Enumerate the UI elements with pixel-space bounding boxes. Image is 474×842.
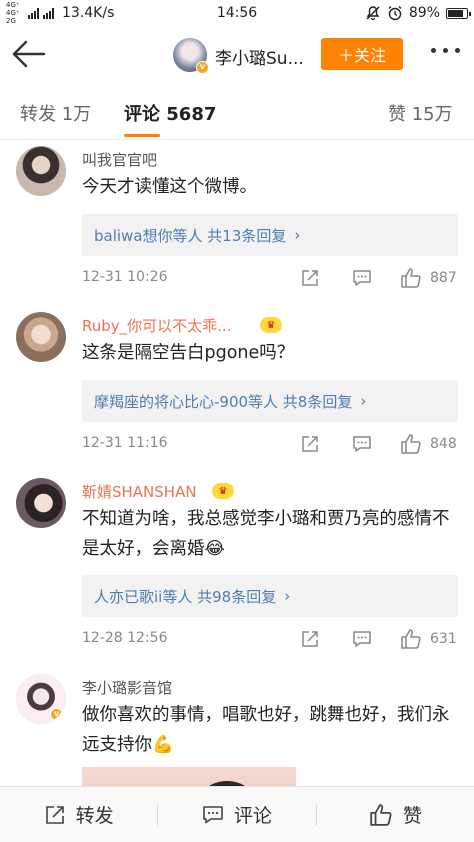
comment-meta: 12-31 11:16 848 xyxy=(82,432,462,456)
reply-comment-button[interactable] xyxy=(352,266,372,290)
repost-icon xyxy=(302,436,318,452)
like-button[interactable]: 赞 xyxy=(317,787,474,842)
thumbs-up-icon xyxy=(401,629,421,649)
weibo-comments-page: 4G⁺ 4G⁺ 2G 13.4K/s 14:56 89% v 李小璐Su... … xyxy=(0,0,474,842)
vip-crown-icon: ♛ xyxy=(212,483,234,499)
comment-text: 这条是隔空告白pgone吗？ xyxy=(82,343,295,363)
battery-icon xyxy=(446,7,471,19)
comment-label: 评论 xyxy=(233,805,272,827)
back-arrow-icon[interactable] xyxy=(10,38,46,70)
reply-summary[interactable]: 人亦已歌ii等人 共98条回复 › xyxy=(82,575,458,617)
commenter-name[interactable]: Ruby_你可以不太乖... xyxy=(82,315,231,336)
nav-bar: v 李小璐Su... ＋关注 xyxy=(0,26,474,82)
comment-icon xyxy=(353,631,371,647)
thumbs-up-icon xyxy=(401,434,421,454)
like-label: 赞 xyxy=(402,805,422,827)
like-count: 631 xyxy=(430,631,457,647)
comment-time: 12-31 11:16 xyxy=(82,435,168,451)
comment-icon xyxy=(353,270,371,286)
repost-icon xyxy=(45,805,64,824)
comment-icon xyxy=(353,436,371,452)
repost-comment-button[interactable] xyxy=(300,266,320,290)
verified-badge-icon: v xyxy=(50,708,63,721)
chevron-right-icon: › xyxy=(284,587,291,605)
author-avatar[interactable]: v xyxy=(173,38,209,74)
commenter-avatar[interactable] xyxy=(16,312,66,362)
like-count: 887 xyxy=(430,270,457,286)
reply-summary-text: 人亦已歌ii等人 共98条回复 xyxy=(94,587,277,606)
repost-label: 转发 xyxy=(75,805,114,827)
reply-summary[interactable]: baliwa想你等人 共13条回复 › xyxy=(82,214,458,256)
vip-crown-icon: ♛ xyxy=(260,317,282,333)
reply-comment-button[interactable] xyxy=(352,627,372,651)
reply-summary-text: baliwa想你等人 共13条回复 xyxy=(94,226,287,245)
comment-time: 12-31 10:26 xyxy=(82,269,168,285)
like-comment-button[interactable]: 848 xyxy=(400,432,457,456)
repost-icon xyxy=(302,270,318,286)
comment-button[interactable]: 评论 xyxy=(158,787,315,842)
follow-button[interactable]: ＋关注 xyxy=(321,38,403,70)
commenter-avatar[interactable]: v xyxy=(16,674,66,724)
commenter-avatar[interactable] xyxy=(16,146,66,196)
thumbs-up-icon xyxy=(401,268,421,288)
bottom-action-bar: 转发 评论 赞 xyxy=(0,786,474,842)
comment-text: 不知道为啥，我总感觉李小璐和贾乃亮的感情不是太好，会离婚😂 xyxy=(82,509,450,559)
repost-comment-button[interactable] xyxy=(300,627,320,651)
chevron-right-icon: › xyxy=(360,392,367,410)
repost-comment-button[interactable] xyxy=(300,432,320,456)
chevron-right-icon: › xyxy=(294,226,301,244)
tab-comments[interactable]: 评论 5687 xyxy=(124,100,216,126)
alarm-icon xyxy=(388,6,402,21)
commenter-avatar[interactable] xyxy=(16,478,66,528)
reply-summary-text: 摩羯座的将心比心-900等人 共8条回复 xyxy=(94,392,353,411)
commenter-name[interactable]: 靳婧SHANSHAN xyxy=(82,481,197,502)
repost-icon xyxy=(302,631,318,647)
active-tab-indicator xyxy=(124,134,160,137)
like-comment-button[interactable]: 887 xyxy=(400,266,457,290)
verified-badge-icon: v xyxy=(196,61,209,74)
comment-meta: 12-31 10:26 887 xyxy=(82,266,462,290)
comment-time: 12-28 12:56 xyxy=(82,630,168,646)
tab-reposts[interactable]: 转发 1万 xyxy=(20,100,91,126)
like-comment-button[interactable]: 631 xyxy=(400,627,457,651)
comment-text: 今天才读懂这个微博。 xyxy=(82,177,257,197)
comment-meta: 12-28 12:56 631 xyxy=(82,627,462,651)
more-options-icon[interactable] xyxy=(431,48,460,53)
thumbs-up-icon xyxy=(370,803,392,826)
like-count: 848 xyxy=(430,436,457,452)
status-bar: 4G⁺ 4G⁺ 2G 13.4K/s 14:56 89% xyxy=(0,0,474,26)
post-tabs: 转发 1万 评论 5687 赞 15万 xyxy=(0,82,474,140)
reply-comment-button[interactable] xyxy=(352,432,372,456)
commenter-name[interactable]: 叫我官官吧 xyxy=(82,149,157,170)
reply-summary[interactable]: 摩羯座的将心比心-900等人 共8条回复 › xyxy=(82,380,458,422)
author-name[interactable]: 李小璐Su... xyxy=(215,44,304,69)
comment-icon xyxy=(203,805,223,823)
comment-text: 做你喜欢的事情，唱歌也好，跳舞也好，我们永远支持你💪 xyxy=(82,705,450,755)
battery-percent: 89% xyxy=(408,5,440,21)
commenter-name[interactable]: 李小璐影音馆 xyxy=(82,677,172,698)
mute-icon xyxy=(366,6,380,21)
repost-button[interactable]: 转发 xyxy=(0,787,157,842)
tab-likes[interactable]: 赞 15万 xyxy=(388,100,453,126)
